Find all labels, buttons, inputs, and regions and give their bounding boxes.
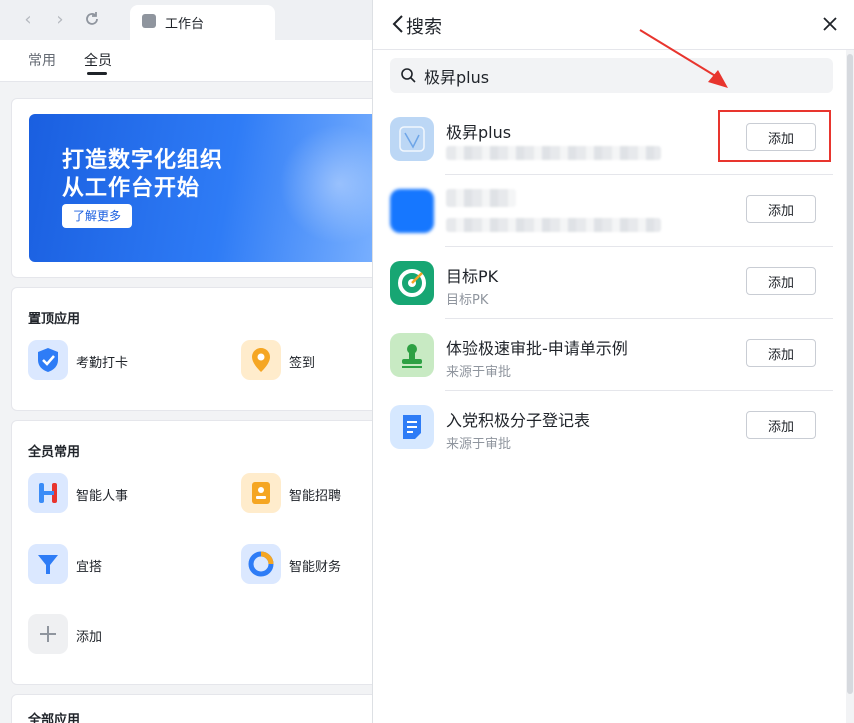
search-box [390, 58, 833, 93]
back-arrow-icon[interactable]: ‹ [18, 10, 38, 30]
tab-common[interactable]: 常用 [28, 50, 56, 70]
close-icon[interactable] [820, 14, 840, 34]
blurred-name [446, 189, 516, 207]
forward-arrow-icon[interactable]: › [50, 10, 70, 30]
app-label: 宜搭 [76, 560, 103, 575]
app-label: 智能人事 [76, 489, 129, 504]
result-description: 来源于审批 [446, 437, 512, 452]
result-name: 入党积极分子登记表 [446, 411, 591, 430]
add-button[interactable]: 添加 [746, 339, 816, 367]
add-button[interactable]: 添加 [746, 411, 816, 439]
result-name: 体验极速审批-申请单示例 [446, 339, 628, 358]
refresh-icon[interactable] [82, 10, 102, 30]
search-icon [401, 68, 416, 83]
add-button[interactable]: 添加 [746, 267, 816, 295]
add-app-button[interactable]: 添加 [28, 614, 168, 656]
active-tab-indicator [87, 72, 107, 75]
plus-icon [28, 614, 68, 654]
app-label: 添加 [76, 630, 103, 645]
app-label: 智能财务 [289, 560, 342, 575]
app-label: 签到 [289, 356, 316, 371]
app-label: 考勤打卡 [76, 356, 129, 371]
tab-all-staff[interactable]: 全员 [84, 50, 112, 70]
panel-header: 搜索 [373, 0, 854, 50]
result-name: 极昇plus [446, 123, 512, 142]
workbench-icon [142, 14, 156, 28]
common-apps-card: 全员常用 智能人事 智能招聘 宜搭 智能财务 添加 [11, 420, 391, 685]
app-label: 智能招聘 [289, 489, 342, 504]
app-window: ‹ › 工作台 常用 全员 打造数字化组织 从工作台开始 了解更多 置顶应用 考 [0, 0, 854, 723]
search-input[interactable] [424, 62, 814, 89]
section-title: 全部应用 [28, 713, 81, 723]
app-yida[interactable]: 宜搭 [28, 544, 208, 586]
result-description: 目标PK [446, 293, 489, 308]
learn-more-button[interactable]: 了解更多 [62, 204, 132, 228]
app-attendance[interactable]: 考勤打卡 [28, 340, 208, 382]
pinned-apps-card: 置顶应用 考勤打卡 签到 [11, 287, 391, 411]
search-panel: 搜索 极昇plus 添加 添加 [373, 0, 854, 723]
blurred-app-icon [390, 189, 434, 233]
highlight-box [718, 110, 831, 162]
tab-label: 工作台 [165, 17, 205, 32]
app-checkin[interactable]: 签到 [241, 340, 381, 382]
scrollbar-thumb[interactable] [847, 54, 853, 694]
result-description: 来源于审批 [446, 365, 512, 380]
check-shield-icon [28, 340, 68, 380]
banner-title-line2: 从工作台开始 [62, 176, 201, 201]
tab-workbench[interactable]: 工作台 [130, 5, 275, 40]
form-doc-icon [390, 405, 434, 449]
blurred-description [446, 218, 661, 232]
search-result[interactable]: 入党积极分子登记表 来源于审批 添加 [373, 391, 833, 463]
banner-card: 打造数字化组织 从工作台开始 了解更多 [11, 98, 391, 278]
scrollbar[interactable] [846, 50, 854, 723]
finance-ring-icon [241, 544, 281, 584]
approval-stamp-icon [390, 333, 434, 377]
h-logo-icon [28, 473, 68, 513]
result-name: 目标PK [446, 267, 499, 286]
blurred-description [446, 146, 661, 160]
app-smart-recruit[interactable]: 智能招聘 [241, 473, 381, 515]
section-title: 置顶应用 [28, 312, 81, 327]
jisheng-logo-icon [390, 117, 434, 161]
app-smart-finance[interactable]: 智能财务 [241, 544, 381, 586]
search-result[interactable]: 目标PK 目标PK 添加 [373, 247, 833, 319]
section-title: 全员常用 [28, 445, 81, 460]
recruit-badge-icon [241, 473, 281, 513]
yida-logo-icon [28, 544, 68, 584]
panel-title: 搜索 [406, 17, 442, 38]
target-icon [390, 261, 434, 305]
promo-banner[interactable]: 打造数字化组织 从工作台开始 了解更多 [29, 114, 389, 262]
all-apps-card: 全部应用 [11, 694, 391, 723]
location-pin-icon [241, 340, 281, 380]
search-result[interactable]: 添加 [373, 175, 833, 247]
search-result[interactable]: 体验极速审批-申请单示例 来源于审批 添加 [373, 319, 833, 391]
app-smart-hr[interactable]: 智能人事 [28, 473, 208, 515]
add-button[interactable]: 添加 [746, 195, 816, 223]
